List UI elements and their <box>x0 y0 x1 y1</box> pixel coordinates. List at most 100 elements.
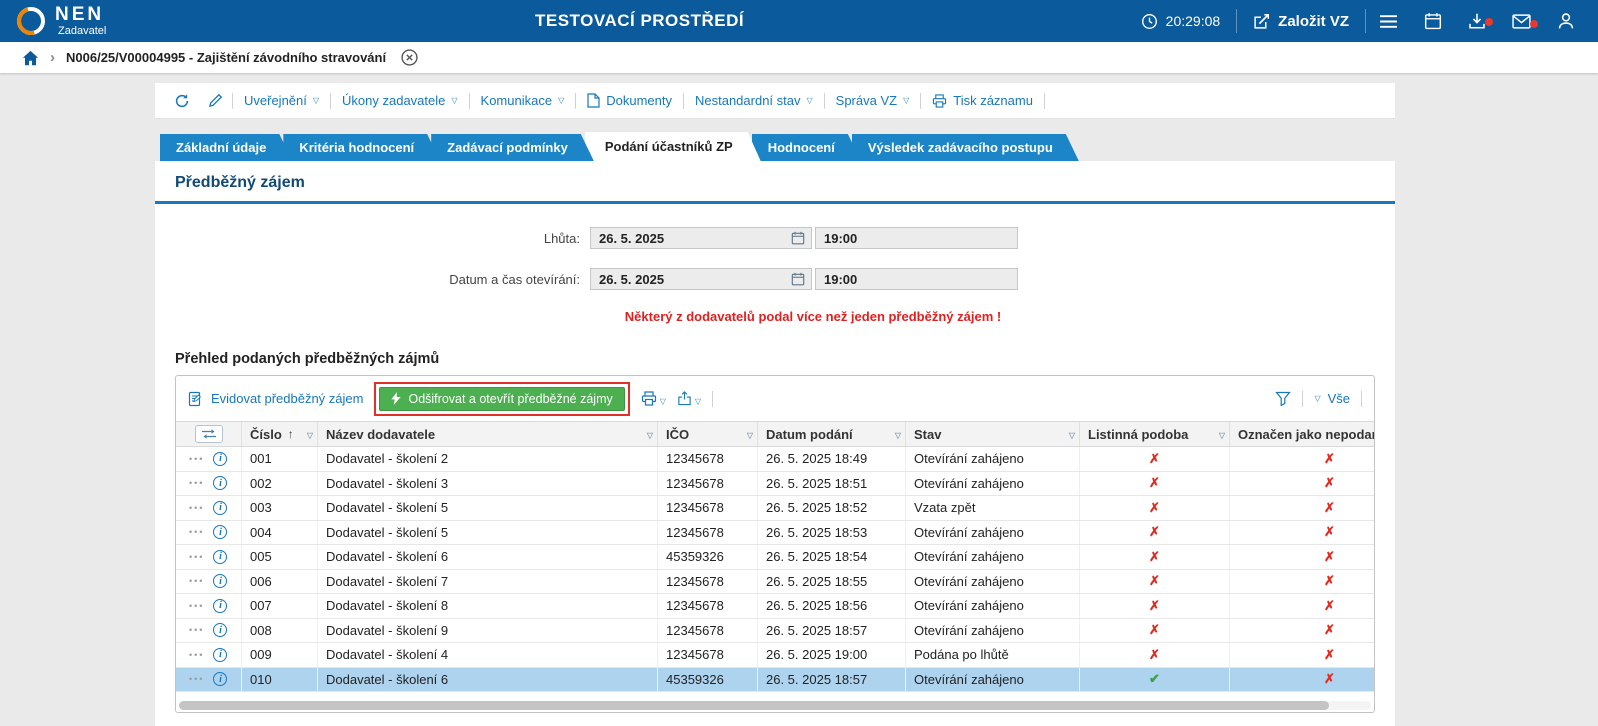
tab-podani-ucastniku-zp[interactable]: Podání účastníků ZP <box>585 132 761 161</box>
tab-zadavaci-podminky[interactable]: Zadávací podmínky <box>431 134 594 161</box>
ico-value: 12345678 <box>658 521 758 545</box>
row-menu-icon[interactable]: ••• <box>189 625 204 635</box>
menu-ukony-zadavatele[interactable]: Úkony zadavatele▽ <box>331 93 469 108</box>
mail-icon[interactable] <box>1499 14 1544 29</box>
filter-dropdown-icon[interactable]: ▽ <box>1069 431 1075 440</box>
row-menu-icon[interactable]: ••• <box>189 674 204 684</box>
opening-date-input[interactable] <box>591 272 791 287</box>
menu-dokumenty[interactable]: Dokumenty <box>576 93 683 108</box>
scrollbar-thumb[interactable] <box>179 701 1329 710</box>
row-menu-icon[interactable]: ••• <box>189 650 204 660</box>
tab-kriteria-hodnoceni[interactable]: Kritéria hodnocení <box>283 134 440 161</box>
breadcrumb-record[interactable]: N006/25/V00004995 - Zajištění závodního … <box>66 50 386 65</box>
print-table-button[interactable]: ▽ <box>641 391 666 406</box>
deadline-time-input[interactable] <box>816 231 1017 246</box>
deadline-date-field[interactable] <box>590 227 812 249</box>
row-info-icon[interactable]: i <box>213 574 227 588</box>
opening-date-field[interactable] <box>590 268 812 290</box>
row-info-icon[interactable]: i <box>213 525 227 539</box>
chevron-down-icon: ▽ <box>451 97 457 105</box>
top-bar: NEN Zadavatel TESTOVACÍ PROSTŘEDÍ 20:29:… <box>0 0 1598 42</box>
opening-time-input[interactable] <box>816 272 1017 287</box>
row-info-icon[interactable]: i <box>213 550 227 564</box>
view-filter-all[interactable]: ▽ Vše <box>1314 391 1350 406</box>
register-interest-button[interactable]: Evidovat předběžný zájem <box>188 391 363 407</box>
tab-hodnoceni[interactable]: Hodnocení <box>752 134 861 161</box>
row-info-icon[interactable]: i <box>213 476 227 490</box>
row-number: 002 <box>242 472 318 496</box>
supplier-name: Dodavatel - školení 9 <box>318 619 658 643</box>
column-header-datum-podani[interactable]: Datum podání ▽ <box>758 422 906 446</box>
row-actions-cell: ••• i <box>176 619 242 643</box>
table-row[interactable]: •••i004Dodavatel - školení 51234567826. … <box>176 521 1375 546</box>
table-row[interactable]: •••i005Dodavatel - školení 64535932626. … <box>176 545 1375 570</box>
table-row[interactable]: •••i001Dodavatel - školení 21234567826. … <box>176 447 1375 472</box>
table-header-row: Číslo ↑ ▽ Název dodavatele ▽ IČO ▽ Datum… <box>176 421 1375 447</box>
column-header-stav[interactable]: Stav ▽ <box>906 422 1080 446</box>
row-menu-icon[interactable]: ••• <box>189 552 204 562</box>
menu-sprava-vz[interactable]: Správa VZ▽ <box>825 93 921 108</box>
deadline-date-input[interactable] <box>591 231 791 246</box>
column-header-cislo[interactable]: Číslo ↑ ▽ <box>242 422 318 446</box>
filter-dropdown-icon[interactable]: ▽ <box>895 431 901 440</box>
create-vz-button[interactable]: Založit VZ <box>1237 0 1365 42</box>
hamburger-menu-icon[interactable] <box>1366 14 1411 29</box>
filter-funnel-icon[interactable] <box>1275 391 1291 406</box>
column-header-listinna-podoba[interactable]: Listinná podoba ▽ <box>1080 422 1230 446</box>
table-row[interactable]: •••i006Dodavatel - školení 71234567826. … <box>176 570 1375 595</box>
deadline-time-field[interactable] <box>815 227 1018 249</box>
row-info-icon[interactable]: i <box>213 599 227 613</box>
app-brand[interactable]: NEN Zadavatel <box>0 5 106 37</box>
filter-dropdown-icon[interactable]: ▽ <box>747 431 753 440</box>
row-menu-icon[interactable]: ••• <box>189 601 204 611</box>
close-record-icon[interactable] <box>401 49 418 66</box>
row-number: 005 <box>242 545 318 569</box>
row-info-icon[interactable]: i <box>213 501 227 515</box>
calendar-icon[interactable] <box>1411 12 1455 30</box>
export-button[interactable]: ▽ <box>677 391 701 406</box>
filter-dropdown-icon[interactable]: ▽ <box>307 431 313 440</box>
submission-datetime: 26. 5. 2025 18:54 <box>758 545 906 569</box>
tab-vysledek-zadavaciho-postupu[interactable]: Výsledek zadávacího postupu <box>852 134 1079 161</box>
column-settings-button[interactable] <box>195 425 223 443</box>
row-info-icon[interactable]: i <box>213 648 227 662</box>
table-row[interactable]: •••i009Dodavatel - školení 41234567826. … <box>176 643 1375 668</box>
table-row[interactable]: •••i007Dodavatel - školení 81234567826. … <box>176 594 1375 619</box>
row-menu-icon[interactable]: ••• <box>189 478 204 488</box>
row-info-icon[interactable]: i <box>213 623 227 637</box>
home-icon[interactable] <box>22 50 39 66</box>
menu-tisk-zaznamu[interactable]: Tisk záznamu <box>921 93 1044 108</box>
column-header-ico[interactable]: IČO ▽ <box>658 422 758 446</box>
row-menu-icon[interactable]: ••• <box>189 527 204 537</box>
row-menu-icon[interactable]: ••• <box>189 454 204 464</box>
calendar-icon[interactable] <box>791 272 811 286</box>
check-icon: ✔ <box>1080 668 1230 692</box>
menu-uverejneni[interactable]: Uveřejnění▽ <box>233 93 330 108</box>
column-header-oznacen-jako-nepodany[interactable]: Označen jako nepodaný <box>1230 422 1375 446</box>
row-menu-icon[interactable]: ••• <box>189 503 204 513</box>
table-row[interactable]: •••i010Dodavatel - školení 64535932626. … <box>176 668 1375 693</box>
edit-pencil-icon[interactable] <box>199 93 232 108</box>
calendar-icon[interactable] <box>791 231 811 245</box>
tab-zakladni-udaje[interactable]: Základní údaje <box>160 134 292 161</box>
table-row[interactable]: •••i008Dodavatel - školení 91234567826. … <box>176 619 1375 644</box>
column-header-nazev-dodavatele[interactable]: Název dodavatele ▽ <box>318 422 658 446</box>
horizontal-scrollbar[interactable] <box>179 701 1371 710</box>
download-icon[interactable] <box>1455 12 1499 30</box>
filter-dropdown-icon[interactable]: ▽ <box>1219 431 1225 440</box>
table-row[interactable]: •••i002Dodavatel - školení 31234567826. … <box>176 472 1375 497</box>
decrypt-open-button[interactable]: Odšifrovat a otevřít předběžné zájmy <box>379 387 624 411</box>
supplier-name: Dodavatel - školení 7 <box>318 570 658 594</box>
row-actions-cell: ••• i <box>176 496 242 520</box>
user-profile-icon[interactable] <box>1544 12 1588 30</box>
row-info-icon[interactable]: i <box>213 672 227 686</box>
row-actions-cell: ••• i <box>176 643 242 667</box>
row-info-icon[interactable]: i <box>213 452 227 466</box>
table-row[interactable]: •••i003Dodavatel - školení 51234567826. … <box>176 496 1375 521</box>
filter-dropdown-icon[interactable]: ▽ <box>647 431 653 440</box>
row-menu-icon[interactable]: ••• <box>189 576 204 586</box>
menu-komunikace[interactable]: Komunikace▽ <box>470 93 576 108</box>
menu-nestandardni-stav[interactable]: Nestandardní stav▽ <box>684 93 824 108</box>
history-undo-icon[interactable] <box>165 93 199 109</box>
opening-time-field[interactable] <box>815 268 1018 290</box>
